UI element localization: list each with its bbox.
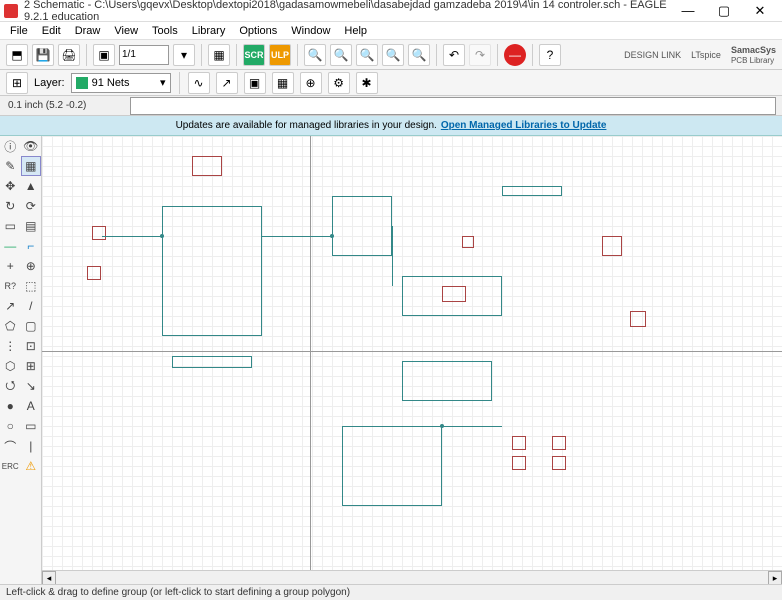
junction-tool[interactable]: ⊕	[21, 256, 42, 276]
zoom-select-button[interactable]: 🔍	[408, 44, 430, 66]
errors-tool[interactable]: ⚠	[21, 456, 42, 476]
brand-ltspice[interactable]: LTspice	[691, 50, 721, 60]
layer-swatch	[76, 77, 88, 89]
brand-designlink[interactable]: DESIGN LINK	[624, 50, 681, 60]
line2-tool[interactable]: ⌐	[21, 236, 42, 256]
poly-tool[interactable]: ⬠	[0, 316, 21, 336]
part-tool[interactable]: ⊕	[300, 72, 322, 94]
redo-button[interactable]: ↷	[469, 44, 491, 66]
minimize-button[interactable]: —	[670, 1, 706, 21]
gear-tool[interactable]: ⚙	[328, 72, 350, 94]
value-tool[interactable]: R?	[0, 276, 21, 296]
sheet-dropdown[interactable]: ▾	[173, 44, 195, 66]
menu-tools[interactable]: Tools	[146, 24, 184, 38]
save-button[interactable]: 💾	[32, 44, 54, 66]
stop-button[interactable]: —	[504, 44, 526, 66]
smash-tool[interactable]: ⬚	[21, 276, 42, 296]
rect2-tool[interactable]: ▭	[21, 416, 42, 436]
line-tool[interactable]: —	[0, 236, 21, 256]
label-tool[interactable]: ▢	[21, 316, 42, 336]
coordinate-display: 0.1 inch (5.2 -0.2)	[0, 100, 130, 111]
menu-options[interactable]: Options	[233, 24, 283, 38]
menu-library[interactable]: Library	[186, 24, 232, 38]
open-board-button[interactable]: ⬒	[6, 44, 28, 66]
name-tool[interactable]: ⊡	[21, 336, 42, 356]
menubar: File Edit Draw View Tools Library Option…	[0, 22, 782, 40]
dot-tool[interactable]: ●	[0, 396, 21, 416]
scroll-left-button[interactable]: ◂	[42, 571, 56, 585]
split-tool[interactable]: |	[21, 436, 42, 456]
zoom-fit-button[interactable]: 🔍	[304, 44, 326, 66]
app-icon	[4, 4, 18, 18]
edit-tool[interactable]: ✎	[0, 156, 21, 176]
copy-tool[interactable]: ▣	[244, 72, 266, 94]
tool-palette: ⓘ👁 ✎▦ ✥▲ ↻⟳ ▭▤ —⌐ +⊕ R?⬚ ↗/ ⬠▢ ⋮⊡ ⬡⊞ ⭯↘ …	[0, 136, 42, 584]
hscrollbar[interactable]: ◂ ▸	[42, 570, 782, 584]
sheet-select[interactable]	[119, 45, 169, 65]
rotate2-tool[interactable]: ⟳	[21, 196, 42, 216]
net-tool[interactable]: ↗	[216, 72, 238, 94]
menu-edit[interactable]: Edit	[36, 24, 67, 38]
cam-button[interactable]: ▦	[208, 44, 230, 66]
rect-tool[interactable]: ▭	[0, 216, 21, 236]
rotate-tool[interactable]: ↻	[0, 196, 21, 216]
brand-samacsys[interactable]: SamacSys	[731, 45, 776, 55]
erc-tool[interactable]: ERC	[0, 456, 21, 476]
sheet-prev-button[interactable]: ▣	[93, 44, 115, 66]
window-title: 2 Schematic - C:\Users\gqevx\Desktop\dex…	[24, 0, 670, 23]
bus-tool[interactable]: ⋮	[0, 336, 21, 356]
command-input[interactable]	[130, 97, 776, 115]
print-button[interactable]: 🖨	[58, 44, 80, 66]
gear2-tool[interactable]: ✱	[356, 72, 378, 94]
array-tool[interactable]: ▤	[21, 216, 42, 236]
menu-window[interactable]: Window	[285, 24, 336, 38]
slash-tool[interactable]: /	[21, 296, 42, 316]
main-toolbar: ⬒ 💾 🖨 ▣ ▾ ▦ SCR ULP 🔍 🔍 🔍 🔍 🔍 ↶ ↷ — ? DE…	[0, 40, 782, 70]
zoom-redraw-button[interactable]: 🔍	[382, 44, 404, 66]
grid-button[interactable]: ⊞	[6, 72, 28, 94]
paste-tool[interactable]: ▦	[272, 72, 294, 94]
text-tool[interactable]: A	[21, 396, 42, 416]
arc-tool[interactable]: ⌒	[0, 436, 21, 456]
ulp-button[interactable]: ULP	[269, 44, 291, 66]
layer-select[interactable]: 91 Nets ▾	[71, 73, 171, 93]
zoom-in-button[interactable]: 🔍	[330, 44, 352, 66]
show-tool[interactable]: 👁	[21, 136, 42, 156]
menu-draw[interactable]: Draw	[69, 24, 107, 38]
circle-tool[interactable]: ○	[0, 416, 21, 436]
close-button[interactable]: ✕	[742, 1, 778, 21]
statusbar: Left-click & drag to define group (or le…	[0, 584, 782, 600]
move-tool[interactable]: ✥	[0, 176, 21, 196]
dim-tool[interactable]: ↗	[0, 296, 21, 316]
swap-tool[interactable]: ⭯	[0, 376, 21, 396]
hex-tool[interactable]: ⬡	[0, 356, 21, 376]
group-tool[interactable]: ▦	[21, 156, 42, 176]
mirror-tool[interactable]: ▲	[21, 176, 42, 196]
arrow-tool[interactable]: ↘	[21, 376, 42, 396]
layer-label: Layer:	[34, 77, 65, 89]
update-link[interactable]: Open Managed Libraries to Update	[441, 120, 607, 131]
undo-button[interactable]: ↶	[443, 44, 465, 66]
layer-toolbar: ⊞ Layer: 91 Nets ▾ ∿ ↗ ▣ ▦ ⊕ ⚙ ✱	[0, 70, 782, 96]
update-banner: Updates are available for managed librar…	[0, 116, 782, 136]
info-tool[interactable]: ⓘ	[0, 136, 21, 156]
menu-file[interactable]: File	[4, 24, 34, 38]
zoom-out-button[interactable]: 🔍	[356, 44, 378, 66]
schematic-canvas[interactable]	[42, 136, 782, 584]
maximize-button[interactable]: ▢	[706, 1, 742, 21]
scroll-right-button[interactable]: ▸	[768, 571, 782, 585]
add-tool[interactable]: +	[0, 256, 21, 276]
scr-button[interactable]: SCR	[243, 44, 265, 66]
help-button[interactable]: ?	[539, 44, 561, 66]
wire-tool[interactable]: ∿	[188, 72, 210, 94]
grid-tool[interactable]: ⊞	[21, 356, 42, 376]
menu-help[interactable]: Help	[338, 24, 373, 38]
menu-view[interactable]: View	[108, 24, 144, 38]
